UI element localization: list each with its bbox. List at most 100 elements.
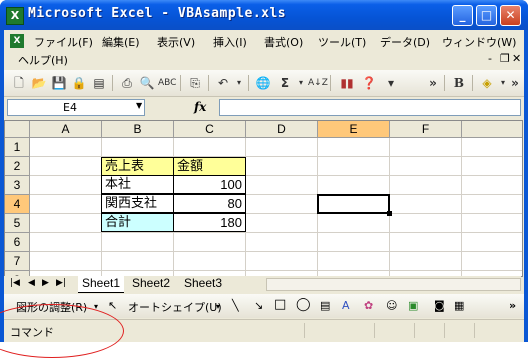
column-header-a[interactable]: A [30, 121, 102, 138]
tab-sheet3[interactable]: Sheet3 [180, 276, 226, 292]
hyperlink-icon[interactable]: 🌐 [254, 74, 272, 92]
fx-icon[interactable]: fx [194, 100, 206, 114]
menu-help[interactable]: ヘルプ(H) [18, 52, 68, 68]
standard-toolbar: 🗋 📂 💾 🔒 ▤ ⎙ 🔍 ABC ⎘ ↶ ▾ 🌐 Σ ▾ A↓Z ▮▮ ❓ ▾… [4, 70, 524, 97]
row-header-7[interactable]: 7 [5, 252, 30, 271]
chevron-down-icon[interactable]: ▼ [136, 101, 142, 110]
name-box-value: E4 [63, 101, 77, 114]
menu-view[interactable]: 表示(V) [157, 34, 195, 50]
new-icon[interactable]: 🗋 [10, 74, 28, 92]
shadow-icon[interactable]: ▦ [454, 299, 464, 312]
maximize-button[interactable]: □ [476, 5, 497, 26]
oval-icon[interactable]: ◯ [296, 297, 311, 312]
row-header-2[interactable]: 2 [5, 157, 30, 176]
chevron-down-icon[interactable]: ▾ [216, 302, 220, 311]
permission-icon[interactable]: 🔒 [70, 74, 88, 92]
status-separator [474, 323, 475, 338]
select-all-corner[interactable] [5, 121, 30, 138]
toolbar-overflow-icon[interactable]: » [506, 74, 524, 92]
autoshapes-menu-button[interactable]: オートシェイプ(U) [128, 299, 222, 315]
horizontal-scrollbar[interactable] [266, 278, 521, 291]
column-header-g[interactable] [462, 121, 522, 138]
row-header-1[interactable]: 1 [5, 138, 30, 157]
title-bar[interactable]: X Microsoft Excel - VBAsample.xls _ □ ✕ [0, 0, 528, 30]
select-objects-icon[interactable]: ↖ [108, 299, 117, 312]
cell-b4[interactable]: 関西支社 [101, 194, 174, 213]
cell-b2[interactable]: 売上表 [101, 157, 174, 176]
wordart-icon[interactable]: A [342, 299, 350, 312]
column-header-f[interactable]: F [390, 121, 462, 138]
help-dropdown-icon[interactable]: ▾ [382, 74, 400, 92]
line-icon[interactable]: ╲ [232, 299, 239, 312]
row-header-4[interactable]: 4 [5, 195, 30, 214]
arrow-icon[interactable]: ↘ [254, 299, 263, 312]
column-header-e[interactable]: E [318, 121, 390, 138]
menu-tools[interactable]: ツール(T) [318, 34, 366, 50]
doc-minimize-button[interactable]: - [488, 52, 492, 65]
status-text: コマンド [10, 326, 54, 339]
chart-wizard-icon[interactable]: ▮▮ [338, 74, 356, 92]
first-sheet-icon[interactable]: |◀ [10, 278, 20, 288]
cell-b5[interactable]: 合計 [101, 213, 174, 232]
gridline [30, 251, 522, 252]
rectangle-icon[interactable]: □ [274, 297, 286, 312]
cell-c2[interactable]: 金額 [173, 157, 246, 176]
doc-restore-button[interactable]: ❐ [500, 52, 510, 65]
print-preview-icon[interactable]: ▤ [90, 74, 108, 92]
worksheet-grid[interactable]: A B C D E F 1 2 3 4 5 6 7 8 [4, 120, 523, 277]
column-header-c[interactable]: C [174, 121, 246, 138]
help-icon[interactable]: ❓ [360, 74, 378, 92]
undo-dropdown-icon[interactable]: ▾ [230, 74, 248, 92]
drawing-toolbar: 図形の調整(R) ▾ ↖ オートシェイプ(U) ▾ ╲ ↘ □ ◯ ▤ A ✿ … [4, 294, 524, 318]
next-sheet-icon[interactable]: ▶ [42, 278, 49, 288]
draw-menu-button[interactable]: 図形の調整(R) [16, 299, 87, 315]
cell-c5[interactable]: 180 [173, 213, 246, 232]
doc-close-button[interactable]: ✕ [512, 52, 521, 65]
column-header-d[interactable]: D [246, 121, 318, 138]
open-icon[interactable]: 📂 [30, 74, 48, 92]
sort-ascending-icon[interactable]: A↓Z [308, 74, 328, 92]
copy-icon[interactable]: ⎘ [186, 74, 204, 92]
toolbar-separator [208, 75, 209, 91]
search-icon[interactable]: 🔍 [138, 74, 156, 92]
row-header-6[interactable]: 6 [5, 233, 30, 252]
toolbar-overflow-icon[interactable]: » [509, 299, 516, 312]
menu-insert[interactable]: 挿入(I) [213, 34, 247, 50]
cell-b3[interactable]: 本社 [101, 175, 174, 194]
camera-icon[interactable]: ◙ [434, 299, 445, 312]
name-box[interactable]: E4 ▼ [7, 99, 145, 116]
print-icon[interactable]: ⎙ [118, 74, 136, 92]
minimize-button[interactable]: _ [452, 5, 473, 26]
menu-format[interactable]: 書式(O) [264, 34, 303, 50]
prev-sheet-icon[interactable]: ◀ [28, 278, 35, 288]
text-box-icon[interactable]: ▤ [320, 299, 330, 312]
picture-icon[interactable]: ▣ [408, 299, 418, 312]
active-cell-e4[interactable] [317, 194, 390, 214]
cell-c3[interactable]: 100 [173, 175, 246, 194]
column-header-b[interactable]: B [102, 121, 174, 138]
menu-window[interactable]: ウィンドウ(W) [442, 34, 516, 50]
bold-icon[interactable]: B [450, 74, 468, 92]
menu-data[interactable]: データ(D) [380, 34, 430, 50]
spellcheck-icon[interactable]: ABC [158, 74, 176, 92]
toolbar-overflow-icon[interactable]: » [424, 74, 442, 92]
menu-file[interactable]: ファイル(F) [34, 34, 93, 50]
fill-handle[interactable] [387, 211, 392, 216]
excel-icon[interactable]: X [6, 7, 24, 25]
clip-art-icon[interactable]: ☺ [386, 299, 397, 312]
formula-input[interactable] [219, 99, 521, 116]
gridline [461, 138, 462, 276]
row-header-3[interactable]: 3 [5, 176, 30, 195]
row-header-5[interactable]: 5 [5, 214, 30, 233]
tab-sheet2[interactable]: Sheet2 [128, 276, 174, 292]
menu-edit[interactable]: 編集(E) [102, 34, 140, 50]
close-button[interactable]: ✕ [500, 5, 521, 26]
window-title: Microsoft Excel - VBAsample.xls [28, 6, 287, 21]
diagram-icon[interactable]: ✿ [364, 299, 373, 312]
cell-c4[interactable]: 80 [173, 194, 246, 213]
last-sheet-icon[interactable]: ▶| [56, 278, 66, 288]
document-icon[interactable]: X [10, 34, 24, 48]
tab-sheet1[interactable]: Sheet1 [78, 276, 125, 293]
save-icon[interactable]: 💾 [50, 74, 68, 92]
chevron-down-icon[interactable]: ▾ [94, 302, 98, 311]
